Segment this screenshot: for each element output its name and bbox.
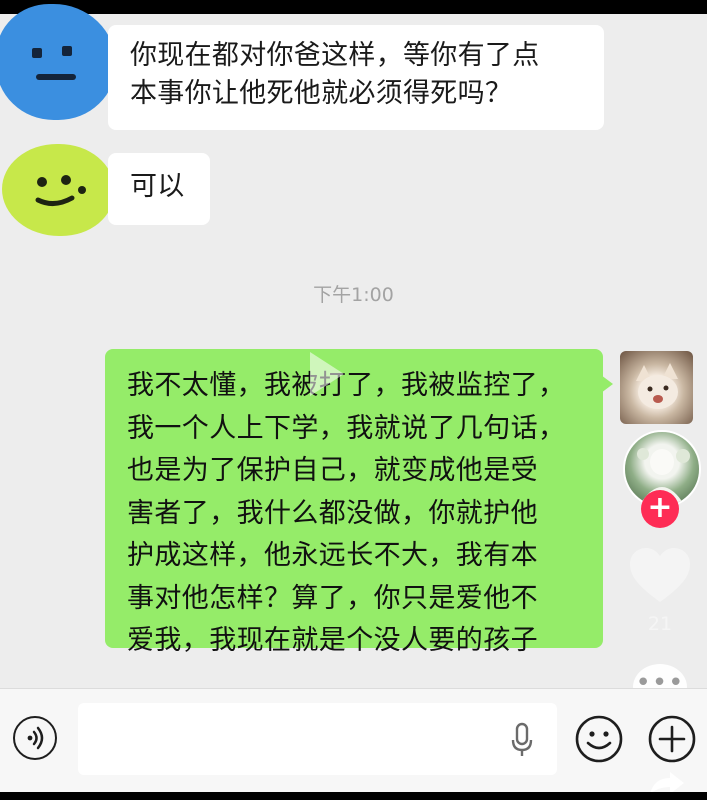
message-text-line: 可以 <box>130 171 185 202</box>
like-count: 21 <box>647 613 673 635</box>
like-button[interactable] <box>628 546 692 606</box>
message-text-line: 本事你让他死他就必须得死吗？ <box>130 78 513 109</box>
play-icon <box>310 352 344 396</box>
green-face-avatar[interactable] <box>2 144 114 236</box>
message-text-line: 爱我，我现在就是个没人要的孩子 <box>127 625 538 656</box>
incoming-message-bubble[interactable]: 可以 <box>108 153 210 225</box>
emoji-icon <box>575 715 623 763</box>
bottom-black-bar <box>0 792 707 800</box>
plus-icon <box>648 715 696 763</box>
message-text-line: 我一个人上下学，我就说了几句话， <box>127 412 566 444</box>
microphone-icon[interactable] <box>510 722 534 758</box>
message-text-line: 害者了，我什么都没做，你就护他 <box>127 497 538 529</box>
cat-features-icon <box>647 385 669 403</box>
voice-icon <box>27 726 44 750</box>
emoji-button[interactable] <box>574 714 624 764</box>
follow-button[interactable]: + <box>641 490 679 528</box>
voice-input-button[interactable] <box>13 716 57 760</box>
heart-icon <box>630 548 690 602</box>
message-text-line: 事对他怎样？算了，你只是爱他不 <box>127 582 538 614</box>
message-text-line: 我不太懂，我被打了，我被监控了， <box>127 370 566 401</box>
outgoing-message-bubble[interactable]: 我不太懂，我被打了，我被监控了， 我一个人上下学，我就说了几句话， 也是为了保护… <box>105 349 613 656</box>
incoming-message-bubble[interactable]: 你现在都对你爸这样，等你有了点 本事你让他死他就必须得死吗？ <box>108 25 604 130</box>
message-text-line: 也是为了保护自己，就变成他是受 <box>127 455 538 486</box>
face-doodle-icon <box>35 175 86 206</box>
self-avatar-cat[interactable] <box>620 351 693 424</box>
more-actions-button[interactable] <box>647 714 697 764</box>
blue-face-avatar[interactable] <box>0 4 116 120</box>
message-text-line: 护成这样，他永远长不大，我有本 <box>127 540 538 571</box>
message-input-field[interactable] <box>78 703 557 775</box>
message-timestamp: 下午1:00 <box>313 284 394 306</box>
face-doodle-icon <box>32 46 76 80</box>
message-text-line: 你现在都对你爸这样，等你有了点 <box>130 40 540 71</box>
